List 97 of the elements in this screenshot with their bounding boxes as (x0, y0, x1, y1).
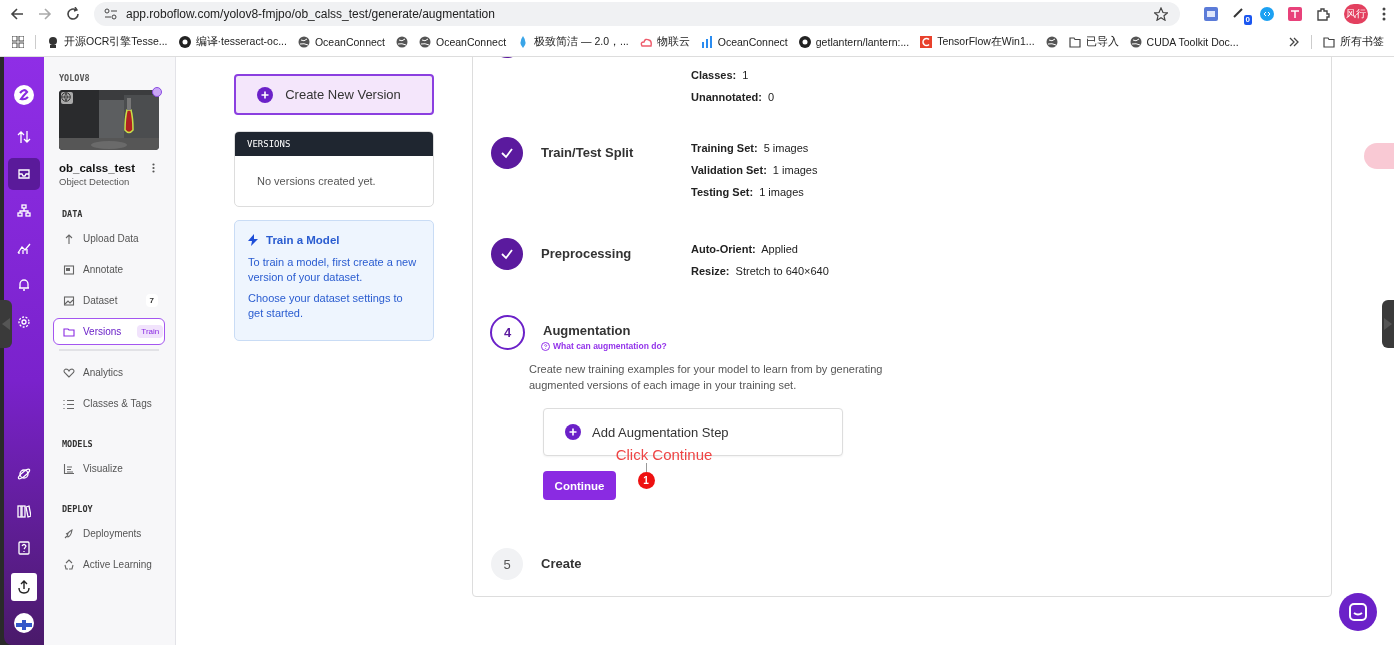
sidebar-item[interactable]: Upload Data (53, 225, 165, 252)
bookmark-link[interactable]: 极致简洁 — 2.0，... (534, 35, 629, 49)
detail-text: Classes: 1 (691, 68, 750, 83)
recycle-icon (63, 558, 75, 571)
more-icon[interactable] (1382, 7, 1386, 21)
sidebar-item[interactable]: Classes & Tags (53, 390, 165, 417)
bookmark-link[interactable]: 所有书签 (1340, 35, 1384, 49)
puzzle-icon[interactable] (1316, 7, 1330, 21)
plus-icon (257, 86, 274, 103)
step-title: Preprocessing (541, 245, 633, 261)
continue-button[interactable]: Continue (543, 471, 616, 500)
folder-icon (63, 325, 75, 338)
step-marker: 1 (637, 472, 655, 489)
side-handle[interactable] (0, 300, 12, 348)
c-logo-icon[interactable] (920, 36, 933, 48)
site-settings-icon (104, 8, 118, 20)
detail-text: Training Set: 5 images (691, 141, 810, 156)
folder-icon[interactable] (1323, 36, 1335, 48)
sidebar-item[interactable]: Visualize (53, 455, 165, 482)
detail-text: Resize: Stretch to 640×640 (691, 264, 829, 279)
check-icon (491, 238, 523, 270)
check-icon (491, 137, 523, 169)
description-text: Create new training examples for your model to learn from by generating augmented versions of each image in your training set. (529, 362, 884, 393)
empty-message: No versions created yet. (256, 174, 377, 189)
upload-icon (17, 580, 31, 594)
bookmark-link[interactable]: 编译·tesseract-oc... (195, 35, 287, 49)
help-link[interactable]: What can augmentation do? (541, 341, 1313, 351)
bookmark-link[interactable]: 开源OCR引擎Tesse... (64, 35, 168, 49)
bookmark-link[interactable]: getlantern/lantern:... (815, 36, 910, 48)
list-icon (63, 397, 75, 410)
section-heading: MODELS (62, 439, 94, 449)
url-text: app.roboflow.com/yolov8-fmjpo/ob_calss_test/generate/augmentation (126, 7, 495, 21)
detail-text: Testing Set: 1 images (691, 185, 805, 200)
extension-badge: 0 (1243, 15, 1252, 25)
count-badge: Train (137, 325, 164, 338)
sidebar-item[interactable]: Active Learning (53, 551, 165, 578)
bookmark-link[interactable]: TensorFlow在Win1... (937, 35, 1035, 49)
count-badge: 7 (145, 294, 158, 307)
bookmark-link[interactable]: 物联云 (656, 35, 690, 49)
step-number: 4 (490, 315, 525, 350)
bookmark-link[interactable]: 已导入 (1085, 35, 1119, 49)
plus-icon (565, 424, 581, 440)
address-bar[interactable]: app.roboflow.com/yolov8-fmjpo/ob_calss_test/generate/augmentation (94, 2, 1180, 26)
images-icon (63, 294, 75, 307)
panel-title: VERSIONS (235, 132, 433, 156)
step-title: Create (541, 555, 583, 571)
sidebar-item[interactable]: Analytics (53, 359, 165, 386)
detail-text: Validation Set: 1 images (691, 163, 818, 178)
person-icon[interactable] (47, 36, 59, 48)
chat-icon (1348, 602, 1368, 622)
chevron-icon[interactable] (1288, 36, 1300, 48)
bookmark-link[interactable]: OceanConnect (717, 36, 788, 48)
detail-text: Unannotated: 0 (691, 90, 775, 105)
chart-icon (63, 462, 75, 475)
info-text: To train a model, first create a new version of your dataset. (248, 255, 418, 285)
upload-button[interactable] (11, 573, 37, 601)
sidebar-item[interactable]: Dataset 7 (53, 287, 165, 314)
avatar-icon[interactable] (14, 613, 34, 633)
project-name: ob_calss_test (59, 162, 136, 174)
image-icon (63, 263, 75, 276)
star-icon[interactable] (1154, 7, 1168, 21)
chat-button[interactable] (1339, 593, 1377, 631)
side-handle[interactable] (1382, 300, 1394, 348)
profile-avatar[interactable]: 风行 (1344, 4, 1368, 24)
section-heading: DATA (62, 209, 84, 219)
help-icon (541, 341, 550, 351)
leader-line (645, 463, 647, 472)
bookmark-link[interactable]: OceanConnect (436, 36, 507, 48)
sidebar-item[interactable]: Annotate (53, 256, 165, 283)
folder-icon[interactable] (1068, 36, 1081, 48)
status-dot (152, 87, 162, 97)
sidebar-item[interactable]: Deployments (53, 520, 165, 547)
back-icon[interactable] (10, 7, 24, 21)
bookmark-link[interactable]: OceanConnect (314, 36, 385, 48)
lightning-icon (248, 234, 258, 246)
step-number: 5 (491, 548, 523, 580)
apps-icon[interactable] (12, 36, 24, 48)
section-heading: DEPLOY (62, 504, 94, 514)
upload-icon (63, 232, 75, 245)
heart-icon (63, 366, 75, 379)
sidebar-item[interactable]: Versions Train (53, 318, 165, 345)
cloud-icon[interactable] (639, 36, 652, 48)
step-title: Train/Test Split (541, 144, 635, 160)
reload-icon[interactable] (66, 7, 80, 21)
bookmark-link[interactable]: CUDA Toolkit Doc... (1146, 36, 1239, 48)
info-text: Choose your dataset settings to get started. (248, 291, 404, 321)
logo-icon[interactable] (14, 85, 34, 105)
detail-text: Auto-Orient: Applied (691, 242, 799, 257)
project-type: Object Detection (59, 176, 131, 187)
workspace-label: YOLOV8 (59, 73, 91, 83)
more-icon[interactable] (152, 163, 155, 173)
info-title: Train a Model (266, 234, 340, 246)
step-title: Augmentation (543, 322, 632, 338)
inbox-icon[interactable] (8, 158, 40, 190)
create-version-button[interactable]: Create New Version (234, 74, 434, 115)
bar-chart-icon[interactable] (700, 36, 713, 48)
rocket-icon (63, 527, 75, 540)
